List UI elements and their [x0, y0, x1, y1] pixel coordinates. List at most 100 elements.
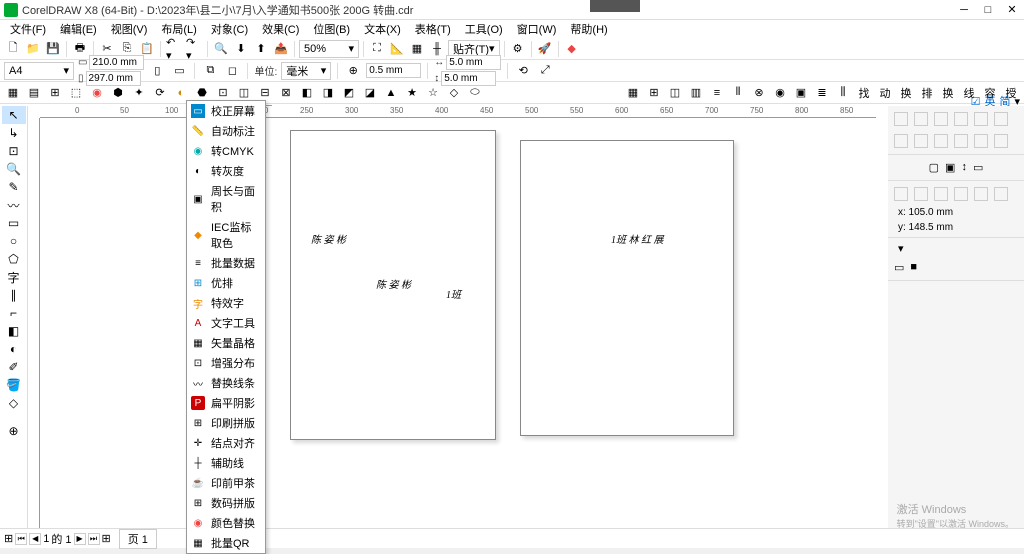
align-center-icon[interactable] — [914, 112, 928, 126]
t3-r8-icon[interactable]: ◉ — [771, 84, 789, 102]
dd-item-19[interactable]: ◉颜色替换 — [187, 513, 265, 533]
dd-item-8[interactable]: 字特效字 — [187, 293, 265, 313]
t3-4-icon[interactable]: ⬚ — [67, 84, 85, 102]
dd-item-14[interactable]: ⊞印刷拼版 — [187, 413, 265, 433]
all-pages-icon[interactable]: ⧉ — [201, 62, 219, 80]
dist-left-icon[interactable] — [894, 134, 908, 148]
t3-r10-icon[interactable]: ≣ — [813, 84, 831, 102]
mode-icon-4[interactable]: ▭ — [973, 161, 983, 174]
menu-view[interactable]: 视图(V) — [105, 20, 154, 38]
menu-effect[interactable]: 效果(C) — [256, 20, 305, 38]
t3-r7-icon[interactable]: ⊗ — [750, 84, 768, 102]
t3-23-icon[interactable]: ⬭ — [466, 84, 484, 102]
dd-item-1[interactable]: 📏自动标注 — [187, 121, 265, 141]
mode-icon-1[interactable]: ▢ — [929, 161, 939, 174]
publish-icon[interactable]: 📤 — [272, 40, 290, 58]
t3-7-icon[interactable]: ✦ — [130, 84, 148, 102]
dd-item-9[interactable]: A文字工具 — [187, 313, 265, 333]
dist-top-icon[interactable] — [954, 134, 968, 148]
nav-first-icon[interactable]: ⏮ — [15, 533, 27, 545]
t3-r9-icon[interactable]: ▣ — [792, 84, 810, 102]
vertical-ruler[interactable] — [28, 118, 40, 528]
pick-tool-icon[interactable]: ↖ — [2, 106, 26, 124]
page-tab[interactable]: 页 1 — [119, 529, 157, 549]
current-page-icon[interactable]: ◻ — [223, 62, 241, 80]
freehand-tool-icon[interactable]: ✎ — [2, 178, 26, 196]
dd-item-10[interactable]: ▦矢量晶格 — [187, 333, 265, 353]
shadow-tool-icon[interactable]: ◧ — [2, 322, 26, 340]
save-icon[interactable]: 💾 — [44, 40, 62, 58]
menu-tools[interactable]: 工具(O) — [459, 20, 509, 38]
dd-item-11[interactable]: ⊡增强分布 — [187, 353, 265, 373]
shape-tool-icon[interactable]: ↳ — [2, 124, 26, 142]
portrait-icon[interactable]: ▯ — [148, 62, 166, 80]
t3-r6-icon[interactable]: ⫴ — [729, 84, 747, 102]
menu-file[interactable]: 文件(F) — [4, 20, 52, 38]
minimize-button[interactable]: ─ — [956, 3, 972, 17]
t3-char-2[interactable]: 动 — [876, 84, 894, 102]
t3-15-icon[interactable]: ◧ — [298, 84, 316, 102]
t3-r11-icon[interactable]: ⫼ — [834, 84, 852, 102]
mode-icon-3[interactable]: ↕ — [961, 161, 967, 174]
maximize-button[interactable]: □ — [980, 3, 996, 17]
dd-item-18[interactable]: ⊞数码拼版 — [187, 493, 265, 513]
t3-char-1[interactable]: 找 — [855, 84, 873, 102]
t3-6-icon[interactable]: ⬢ — [109, 84, 127, 102]
outline-tool-icon[interactable]: ◇ — [2, 394, 26, 412]
open-icon[interactable]: 📁 — [24, 40, 42, 58]
pagesize-dropdown[interactable]: A4▾ — [4, 62, 74, 80]
dd-item-2[interactable]: ◉转CMYK — [187, 141, 265, 161]
align-middle-icon[interactable] — [974, 112, 988, 126]
target-1-icon[interactable] — [894, 187, 908, 201]
search-icon[interactable]: 🔍 — [212, 40, 230, 58]
grid-icon[interactable]: ▦ — [408, 40, 426, 58]
t3-r4-icon[interactable]: ▥ — [687, 84, 705, 102]
rp-collapse-icon[interactable]: ▾ — [898, 242, 904, 255]
t3-19-icon[interactable]: ▲ — [382, 84, 400, 102]
landscape-icon[interactable]: ▭ — [170, 62, 188, 80]
nav-last-icon[interactable]: ⏭ — [88, 533, 100, 545]
dd-item-3[interactable]: ◐转灰度 — [187, 161, 265, 181]
dd-item-13[interactable]: P扁平阴影 — [187, 393, 265, 413]
rulers-icon[interactable]: 📐 — [388, 40, 406, 58]
titlebar-center-dropdown[interactable] — [590, 0, 640, 12]
ellipse-tool-icon[interactable]: ○ — [2, 232, 26, 250]
fill-mode-icon[interactable]: ■ — [910, 261, 917, 274]
undo-icon[interactable]: ↶ ▾ — [165, 40, 183, 58]
dd-item-0[interactable]: ▭校正屏幕 — [187, 101, 265, 121]
artistic-tool-icon[interactable]: 〰 — [2, 196, 26, 214]
nav-plus2-icon[interactable]: ⊞ — [102, 532, 111, 545]
text-tool-icon[interactable]: 字 — [2, 268, 26, 286]
dd-item-6[interactable]: ≡批量数据 — [187, 253, 265, 273]
import-icon[interactable]: ⬇ — [232, 40, 250, 58]
t3-13-icon[interactable]: ⊟ — [256, 84, 274, 102]
eyedropper-tool-icon[interactable]: ✐ — [2, 358, 26, 376]
nav-prev-icon[interactable]: ◀ — [29, 533, 41, 545]
t3-16-icon[interactable]: ◨ — [319, 84, 337, 102]
t3-18-icon[interactable]: ◪ — [361, 84, 379, 102]
t3-char-3[interactable]: 换 — [897, 84, 915, 102]
menu-help[interactable]: 帮助(H) — [564, 20, 613, 38]
t3-r5-icon[interactable]: ≡ — [708, 84, 726, 102]
dist-bottom-icon[interactable] — [994, 134, 1008, 148]
transparency-tool-icon[interactable]: ◐ — [2, 340, 26, 358]
t3-r1-icon[interactable]: ▦ — [624, 84, 642, 102]
dd-item-5[interactable]: ◆IEC监标取色 — [187, 217, 265, 253]
dist-right-icon[interactable] — [934, 134, 948, 148]
app-icon2[interactable]: ◆ — [563, 40, 581, 58]
menu-edit[interactable]: 编辑(E) — [54, 20, 103, 38]
target-4-icon[interactable] — [954, 187, 968, 201]
zoom-tool-icon[interactable]: 🔍 — [2, 160, 26, 178]
new-icon[interactable]: 🗋 — [4, 40, 22, 58]
connector-tool-icon[interactable]: ⌐ — [2, 304, 26, 322]
target-5-icon[interactable] — [974, 187, 988, 201]
rectangle-tool-icon[interactable]: ▭ — [2, 214, 26, 232]
outline-mode-icon[interactable]: ▭ — [894, 261, 904, 274]
nudge-input[interactable] — [366, 63, 421, 78]
dd-item-16[interactable]: ┼辅助线 — [187, 453, 265, 473]
horizontal-ruler[interactable]: 0 50 100 150 200 250 300 350 400 450 500… — [40, 106, 876, 118]
t3-21-icon[interactable]: ☆ — [424, 84, 442, 102]
t3-22-icon[interactable]: ◇ — [445, 84, 463, 102]
parallel-tool-icon[interactable]: ∥ — [2, 286, 26, 304]
menu-text[interactable]: 文本(X) — [358, 20, 407, 38]
